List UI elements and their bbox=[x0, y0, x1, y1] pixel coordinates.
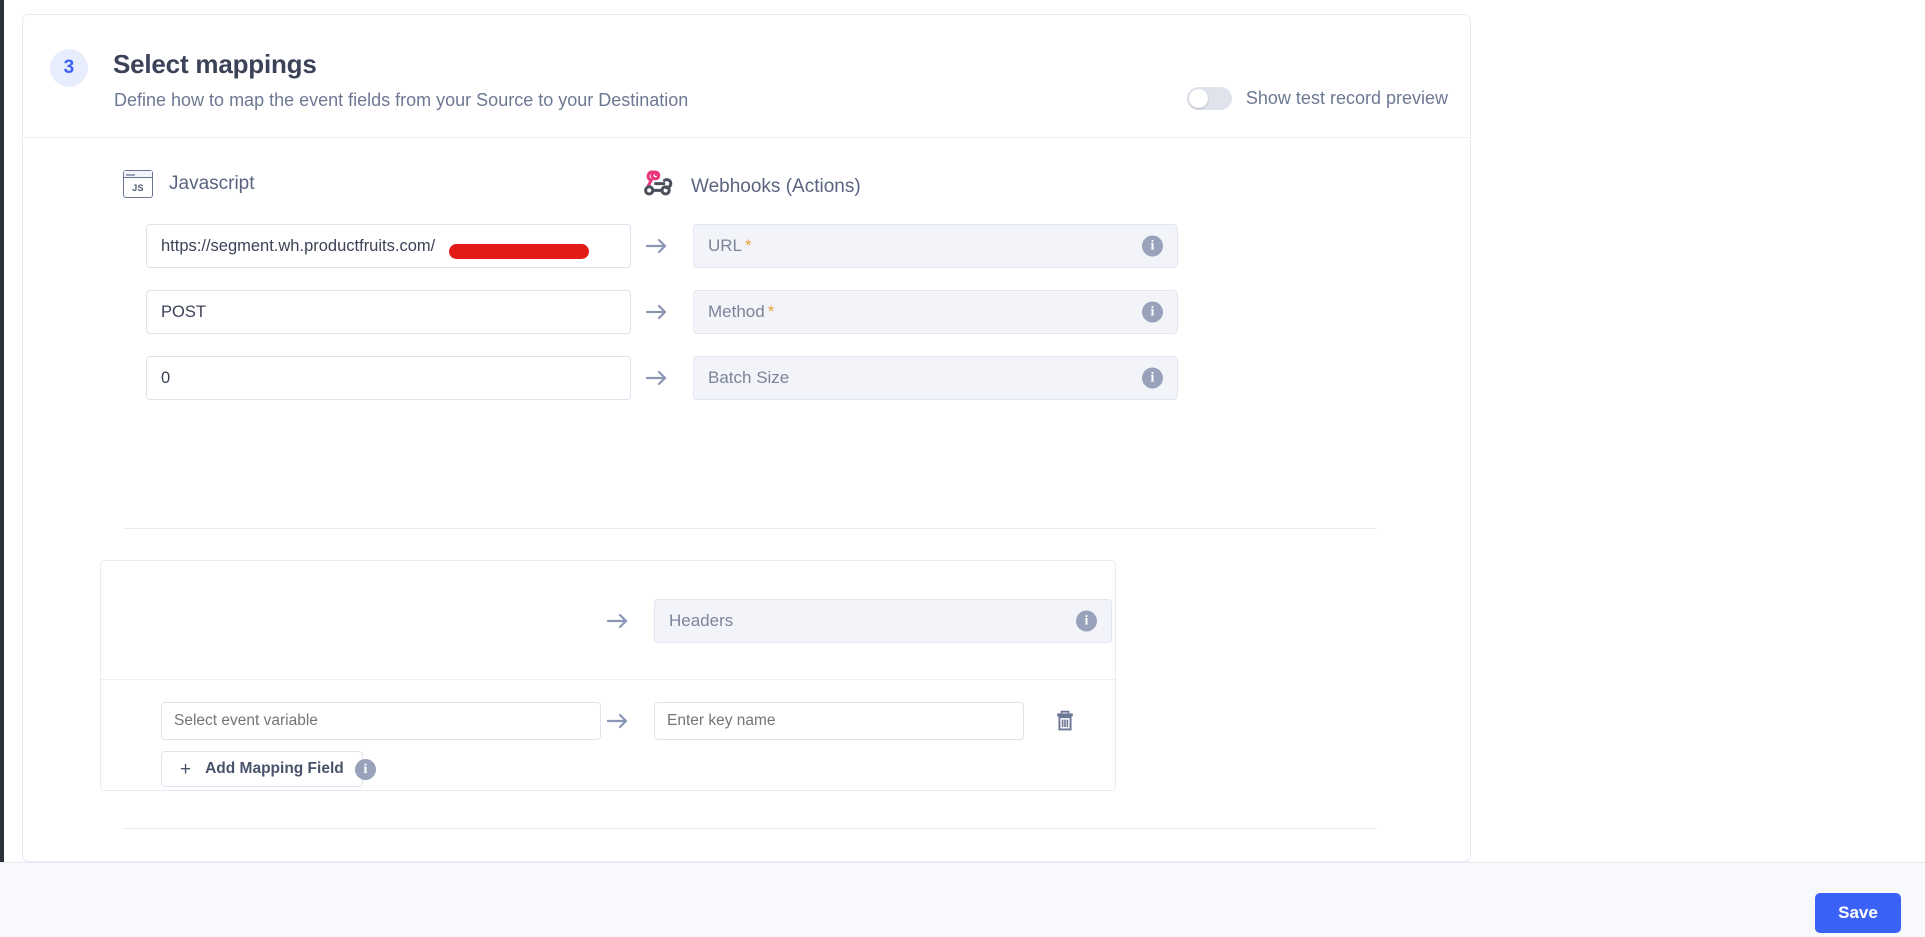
headers-divider bbox=[101, 679, 1115, 680]
add-mapping-field-button[interactable]: + Add Mapping Field bbox=[161, 751, 363, 787]
javascript-icon-label: JS bbox=[132, 183, 144, 193]
destination-field[interactable]: Batch Size i bbox=[693, 356, 1178, 400]
trash-icon[interactable] bbox=[1051, 707, 1079, 735]
arrow-right-icon bbox=[606, 611, 630, 631]
source-column-heading: JS Javascript bbox=[123, 170, 255, 198]
source-column-label: Javascript bbox=[169, 173, 255, 194]
destination-field[interactable]: Method * i bbox=[693, 290, 1178, 334]
source-value-input[interactable]: https://segment.wh.productfruits.com/ bbox=[146, 224, 631, 268]
destination-field[interactable]: URL * i bbox=[693, 224, 1178, 268]
info-icon[interactable]: i bbox=[355, 759, 376, 780]
toggle-knob bbox=[1188, 89, 1208, 108]
card-header: 3 Select mappings Define how to map the … bbox=[23, 15, 1470, 138]
info-icon[interactable]: i bbox=[1142, 235, 1163, 257]
headers-destination-label: Headers bbox=[669, 611, 734, 630]
arrow-right-icon bbox=[606, 711, 630, 731]
info-icon[interactable]: i bbox=[1142, 367, 1163, 389]
select-mappings-card: 3 Select mappings Define how to map the … bbox=[22, 14, 1471, 862]
destination-field-label: URL bbox=[708, 236, 743, 255]
headers-section: Headers i Select event variable Enter ke… bbox=[100, 560, 1116, 791]
window-left-edge bbox=[0, 0, 4, 862]
arrow-right-icon bbox=[645, 236, 669, 256]
destination-field-label: Method bbox=[708, 302, 765, 321]
page-title: Select mappings bbox=[113, 49, 317, 79]
javascript-icon: JS bbox=[123, 170, 153, 198]
column-headings: JS Javascript Webhooks (Actions) bbox=[23, 138, 1470, 218]
add-mapping-field-label: Add Mapping Field bbox=[205, 760, 344, 777]
step-number-badge: 3 bbox=[50, 49, 88, 87]
info-icon[interactable]: i bbox=[1076, 610, 1097, 632]
save-button[interactable]: Save bbox=[1815, 893, 1901, 933]
section-divider bbox=[123, 528, 1377, 529]
mapping-row: POST Method * i bbox=[23, 284, 1470, 350]
show-test-record-preview-label: Show test record preview bbox=[1245, 88, 1448, 108]
redaction-mark bbox=[449, 244, 589, 259]
source-value-text: POST bbox=[161, 302, 206, 321]
arrow-right-icon bbox=[645, 302, 669, 322]
show-test-record-preview-control[interactable]: Show test record preview bbox=[1186, 87, 1448, 110]
destination-column-heading: Webhooks (Actions) bbox=[643, 170, 861, 203]
destination-column-label: Webhooks (Actions) bbox=[691, 175, 861, 197]
source-value-input[interactable]: 0 bbox=[146, 356, 631, 400]
mapping-row: https://segment.wh.productfruits.com/ UR… bbox=[23, 218, 1470, 284]
headers-destination-field[interactable]: Headers i bbox=[654, 599, 1112, 643]
page-root: 3 Select mappings Define how to map the … bbox=[0, 0, 1925, 937]
destination-field-label: Batch Size bbox=[708, 368, 790, 387]
page-subtitle: Define how to map the event fields from … bbox=[114, 90, 689, 110]
arrow-right-icon bbox=[645, 368, 669, 388]
required-asterisk: * bbox=[767, 302, 775, 321]
source-value-text: 0 bbox=[161, 368, 171, 387]
mapping-row: 0 Batch Size i bbox=[23, 350, 1470, 416]
bottom-divider bbox=[123, 828, 1377, 829]
show-test-record-preview-toggle[interactable] bbox=[1186, 87, 1232, 110]
enter-key-name-input[interactable] bbox=[654, 702, 1024, 740]
required-asterisk: * bbox=[745, 236, 752, 255]
mapping-rows: https://segment.wh.productfruits.com/ UR… bbox=[23, 218, 1470, 416]
card-body: JS Javascript Webhooks (Actions) https:/… bbox=[23, 138, 1470, 829]
source-value-text: https://segment.wh.productfruits.com/ bbox=[161, 236, 436, 255]
info-icon[interactable]: i bbox=[1142, 301, 1163, 323]
footer-bar bbox=[0, 862, 1925, 937]
select-event-variable-input[interactable] bbox=[161, 702, 601, 740]
source-value-input[interactable]: POST bbox=[146, 290, 631, 334]
webhooks-icon bbox=[643, 170, 675, 203]
plus-icon: + bbox=[180, 758, 192, 780]
